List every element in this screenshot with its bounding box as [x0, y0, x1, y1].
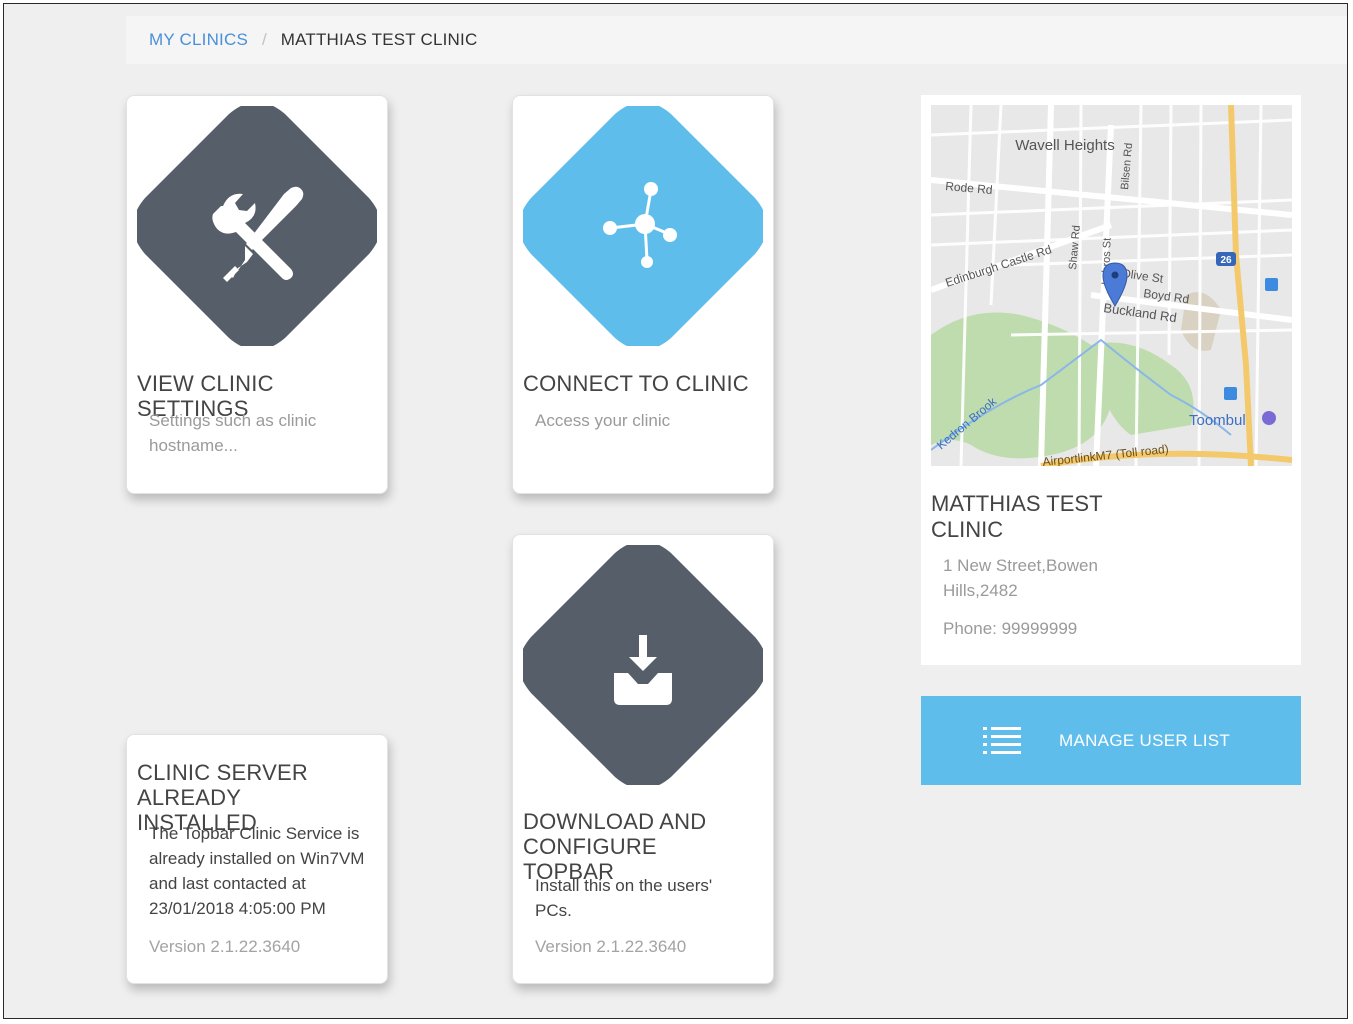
clinic-address: 1 New Street,Bowen Hills,2482: [943, 556, 1098, 600]
card-description: Install this on the users' PCs.: [535, 876, 713, 920]
clinic-info-panel: Wavell Heights Toombul Rode Rd Edinburgh…: [921, 95, 1301, 665]
download-topbar-card[interactable]: DOWNLOAD AND CONFIGURE TOPBAR Install th…: [512, 534, 774, 984]
shopping-icon: [1262, 411, 1276, 425]
breadcrumb-my-clinics-link[interactable]: MY CLINICS: [149, 30, 248, 50]
clinic-name: MATTHIAS TEST CLINIC: [931, 491, 1103, 542]
card-description: The Topbar Clinic Service is already ins…: [149, 824, 365, 918]
route-26-label: 26: [1220, 255, 1232, 266]
bus-stop-icon: [1265, 278, 1278, 291]
tools-icon: [137, 106, 377, 346]
app-frame: MY CLINICS / MATTHIAS TEST CLINIC VIEW C…: [3, 3, 1348, 1019]
manage-user-list-button[interactable]: MANAGE USER LIST: [921, 696, 1301, 785]
breadcrumb: MY CLINICS / MATTHIAS TEST CLINIC: [126, 16, 1347, 64]
bus-stop-icon: [1224, 387, 1237, 400]
network-hub-icon: [523, 106, 763, 346]
connect-to-clinic-card[interactable]: CONNECT TO CLINIC Access your clinic: [512, 95, 774, 494]
card-description: Access your clinic: [535, 411, 671, 430]
manage-user-list-label: MANAGE USER LIST: [1059, 730, 1231, 750]
download-tray-icon: [523, 545, 763, 785]
route-26-badge: 26: [1216, 252, 1236, 266]
map-label-toombul: Toombul: [1189, 412, 1246, 429]
card-title: CONNECT TO CLINIC: [523, 371, 749, 396]
list-icon: [983, 726, 1021, 754]
clinic-location-map[interactable]: Wavell Heights Toombul Rode Rd Edinburgh…: [931, 105, 1292, 466]
version-label: Version 2.1.22.3640: [149, 937, 301, 956]
card-description: Settings such as clinic hostname...: [149, 411, 317, 455]
version-label: Version 2.1.22.3640: [535, 937, 687, 956]
breadcrumb-separator: /: [262, 30, 267, 49]
breadcrumb-current: MATTHIAS TEST CLINIC: [280, 30, 478, 49]
clinic-server-installed-card: CLINIC SERVER ALREADY INSTALLED The Topb…: [126, 734, 388, 984]
clinic-phone: Phone: 99999999: [943, 619, 1078, 638]
view-clinic-settings-card[interactable]: VIEW CLINIC SETTINGS Settings such as cl…: [126, 95, 388, 494]
map-label-wavell-heights: Wavell Heights: [1015, 137, 1114, 154]
